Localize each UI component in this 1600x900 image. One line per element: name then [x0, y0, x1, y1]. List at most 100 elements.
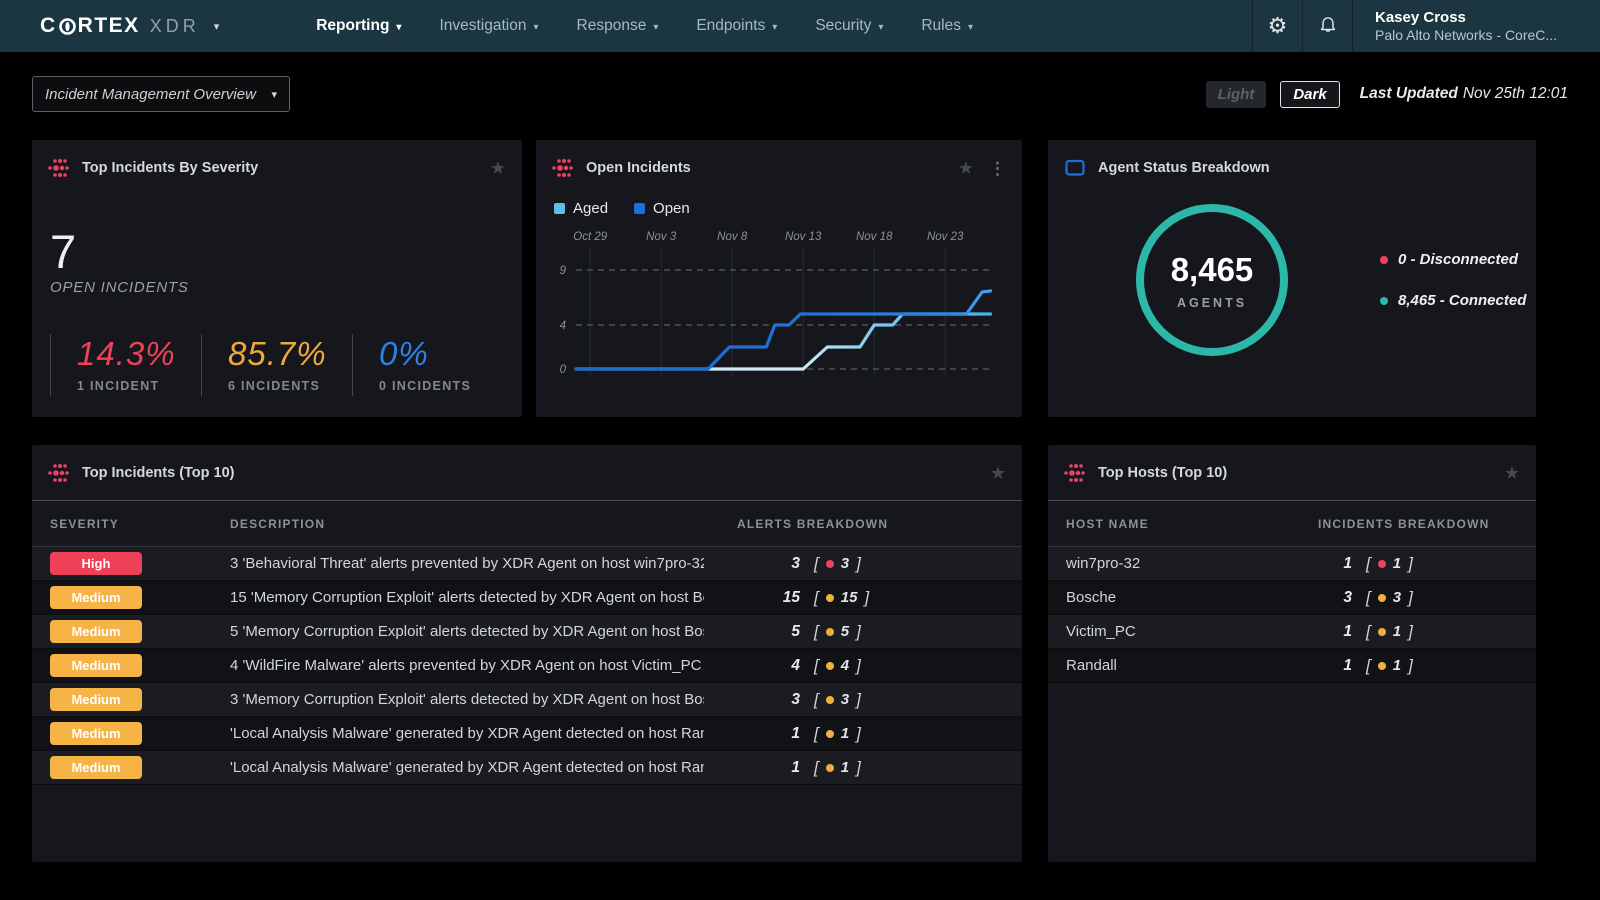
chevron-down-icon: ▾: [533, 22, 538, 33]
table-row[interactable]: Medium4 'WildFire Malware' alerts preven…: [32, 649, 1022, 683]
bracket-open: [: [814, 622, 819, 642]
svg-text:Nov 18: Nov 18: [856, 231, 893, 243]
svg-text:Oct 29: Oct 29: [573, 231, 607, 243]
nav-item-label: Response: [577, 17, 647, 35]
host-name: Randall: [1066, 657, 1318, 674]
chevron-down-icon: ▾: [878, 22, 883, 33]
cortex-xdr-logo[interactable]: CRTEX XDR ▾: [0, 0, 231, 52]
dashboard-selector[interactable]: Incident Management Overview ▾: [32, 76, 290, 112]
agent-legend-label: 0 - Disconnected: [1398, 251, 1518, 268]
table-row[interactable]: Bosche3[3]: [1048, 581, 1536, 615]
svg-text:9: 9: [560, 265, 567, 277]
column-alerts-breakdown: ALERTS BREAKDOWN: [704, 517, 1004, 531]
star-icon[interactable]: ★: [1504, 464, 1520, 482]
star-icon[interactable]: ★: [958, 159, 974, 177]
severity-badge: Medium: [50, 756, 142, 779]
table-row[interactable]: Medium3 'Memory Corruption Exploit' aler…: [32, 683, 1022, 717]
alerts-count: 3: [704, 555, 800, 573]
alerts-breakdown-cell: 1[1]: [704, 758, 1004, 778]
incidents-breakdown-cell: 1[1]: [1318, 554, 1518, 574]
user-name: Kasey Cross: [1375, 9, 1578, 26]
table-row[interactable]: High 3 'Behavioral Threat' alerts prevent…: [32, 547, 1022, 581]
chevron-down-icon: ▾: [271, 88, 277, 101]
incident-description: 'Local Analysis Malware' generated by XD…: [230, 759, 704, 776]
alerts-breakdown-cell: 15[15]: [704, 588, 1004, 608]
column-incidents-breakdown: INCIDENTS BREAKDOWN: [1318, 517, 1518, 531]
bracket-open: [: [814, 724, 819, 744]
nav-item-response[interactable]: Response▾: [558, 0, 678, 52]
cortex-eye-icon: [59, 18, 76, 35]
bracket-close: ]: [856, 724, 861, 744]
bracket-close: ]: [864, 588, 869, 608]
nav-item-investigation[interactable]: Investigation▾: [420, 0, 557, 52]
nav-item-reporting[interactable]: Reporting▾: [297, 0, 420, 52]
severity-dot: [826, 662, 834, 670]
legend-open[interactable]: Open: [634, 200, 690, 217]
last-updated-label: Last Updated: [1360, 85, 1458, 102]
incidents-breakdown-cell: 3[3]: [1318, 588, 1518, 608]
severity-stat[interactable]: 0%0 INCIDENTS: [352, 334, 491, 396]
table-row[interactable]: Victim_PC1[1]: [1048, 615, 1536, 649]
agent-legend-item: 8,465 - Connected: [1380, 292, 1526, 309]
top-nav: CRTEX XDR ▾ Reporting▾Investigation▾Resp…: [0, 0, 1600, 52]
host-name: win7pro-32: [1066, 555, 1318, 572]
nav-item-rules[interactable]: Rules▾: [902, 0, 992, 52]
chevron-down-icon: ▾: [968, 22, 973, 33]
table-row[interactable]: Medium'Local Analysis Malware' generated…: [32, 717, 1022, 751]
alerts-count: 1: [704, 725, 800, 743]
nav-item-label: Security: [815, 17, 871, 35]
bracket-open: [: [1366, 622, 1371, 642]
widget-dots-icon: [552, 157, 574, 179]
alerts-breakdown-cell: 1 [1]: [704, 724, 1004, 744]
open-incidents-chart: Oct 29Nov 3Nov 8Nov 13Nov 18Nov 23049: [546, 229, 998, 387]
column-host-name: HOST NAME: [1066, 517, 1318, 531]
nav-right: ⚙ Kasey Cross Palo Alto Networks - CoreC…: [1252, 0, 1600, 52]
theme-dark-button[interactable]: Dark: [1280, 81, 1339, 108]
card-title: Top Incidents (Top 10): [82, 465, 235, 481]
alerts-count: 1: [704, 759, 800, 777]
severity-stat[interactable]: 14.3%1 INCIDENT: [50, 334, 201, 396]
bracket-open: [: [814, 588, 819, 608]
breakdown-detail: [1]: [814, 724, 861, 744]
table-row[interactable]: Medium5 'Memory Corruption Exploit' aler…: [32, 615, 1022, 649]
incidents-table-header: SEVERITY DESCRIPTION ALERTS BREAKDOWN: [32, 501, 1022, 547]
breakdown-detail: [4]: [814, 656, 861, 676]
user-org: Palo Alto Networks - CoreC...: [1375, 27, 1578, 43]
table-row[interactable]: Randall1[1]: [1048, 649, 1536, 683]
host-name: Victim_PC: [1066, 623, 1318, 640]
nav-menu: Reporting▾Investigation▾Response▾Endpoin…: [297, 0, 992, 52]
incident-description: 3 'Behavioral Threat' alerts prevented b…: [230, 555, 704, 572]
star-icon[interactable]: ★: [990, 464, 1006, 482]
widget-dots-icon: [48, 157, 70, 179]
alerts-breakdown-cell: 5[5]: [704, 622, 1004, 642]
theme-light-button[interactable]: Light: [1206, 81, 1267, 108]
nav-item-label: Reporting: [316, 17, 389, 35]
alerts-breakdown-cell: 4[4]: [704, 656, 1004, 676]
breakdown-count: 1: [841, 759, 849, 776]
table-row[interactable]: Medium15 'Memory Corruption Exploit' ale…: [32, 581, 1022, 615]
nav-item-endpoints[interactable]: Endpoints▾: [677, 0, 796, 52]
settings-button[interactable]: ⚙: [1252, 0, 1302, 52]
severity-cell: Medium: [50, 756, 230, 779]
svg-text:Nov 8: Nov 8: [717, 231, 748, 243]
star-icon[interactable]: ★: [490, 159, 506, 177]
bracket-open: [: [1366, 656, 1371, 676]
severity-cell: Medium: [50, 586, 230, 609]
breakdown-count: 1: [1393, 623, 1401, 640]
legend-aged[interactable]: Aged: [554, 200, 608, 217]
table-row[interactable]: win7pro-321[1]: [1048, 547, 1536, 581]
user-menu[interactable]: Kasey Cross Palo Alto Networks - CoreC..…: [1352, 0, 1600, 52]
last-updated-value: Nov 25th 12:01: [1463, 85, 1568, 102]
severity-stat[interactable]: 85.7%6 INCIDENTS: [201, 334, 352, 396]
nav-item-security[interactable]: Security ▾: [796, 0, 902, 52]
severity-cell: Medium: [50, 620, 230, 643]
kebab-menu-icon[interactable]: ⋮: [989, 160, 1006, 177]
bracket-open: [: [814, 758, 819, 778]
severity-badge: High: [50, 552, 142, 575]
notifications-button[interactable]: [1302, 0, 1352, 52]
table-row[interactable]: Medium 'Local Analysis Malware' generated…: [32, 751, 1022, 785]
svg-text:4: 4: [560, 320, 566, 332]
breakdown-detail: [1]: [1366, 554, 1413, 574]
legend-dot: [1380, 256, 1388, 264]
breakdown-count: 1: [1393, 555, 1401, 572]
